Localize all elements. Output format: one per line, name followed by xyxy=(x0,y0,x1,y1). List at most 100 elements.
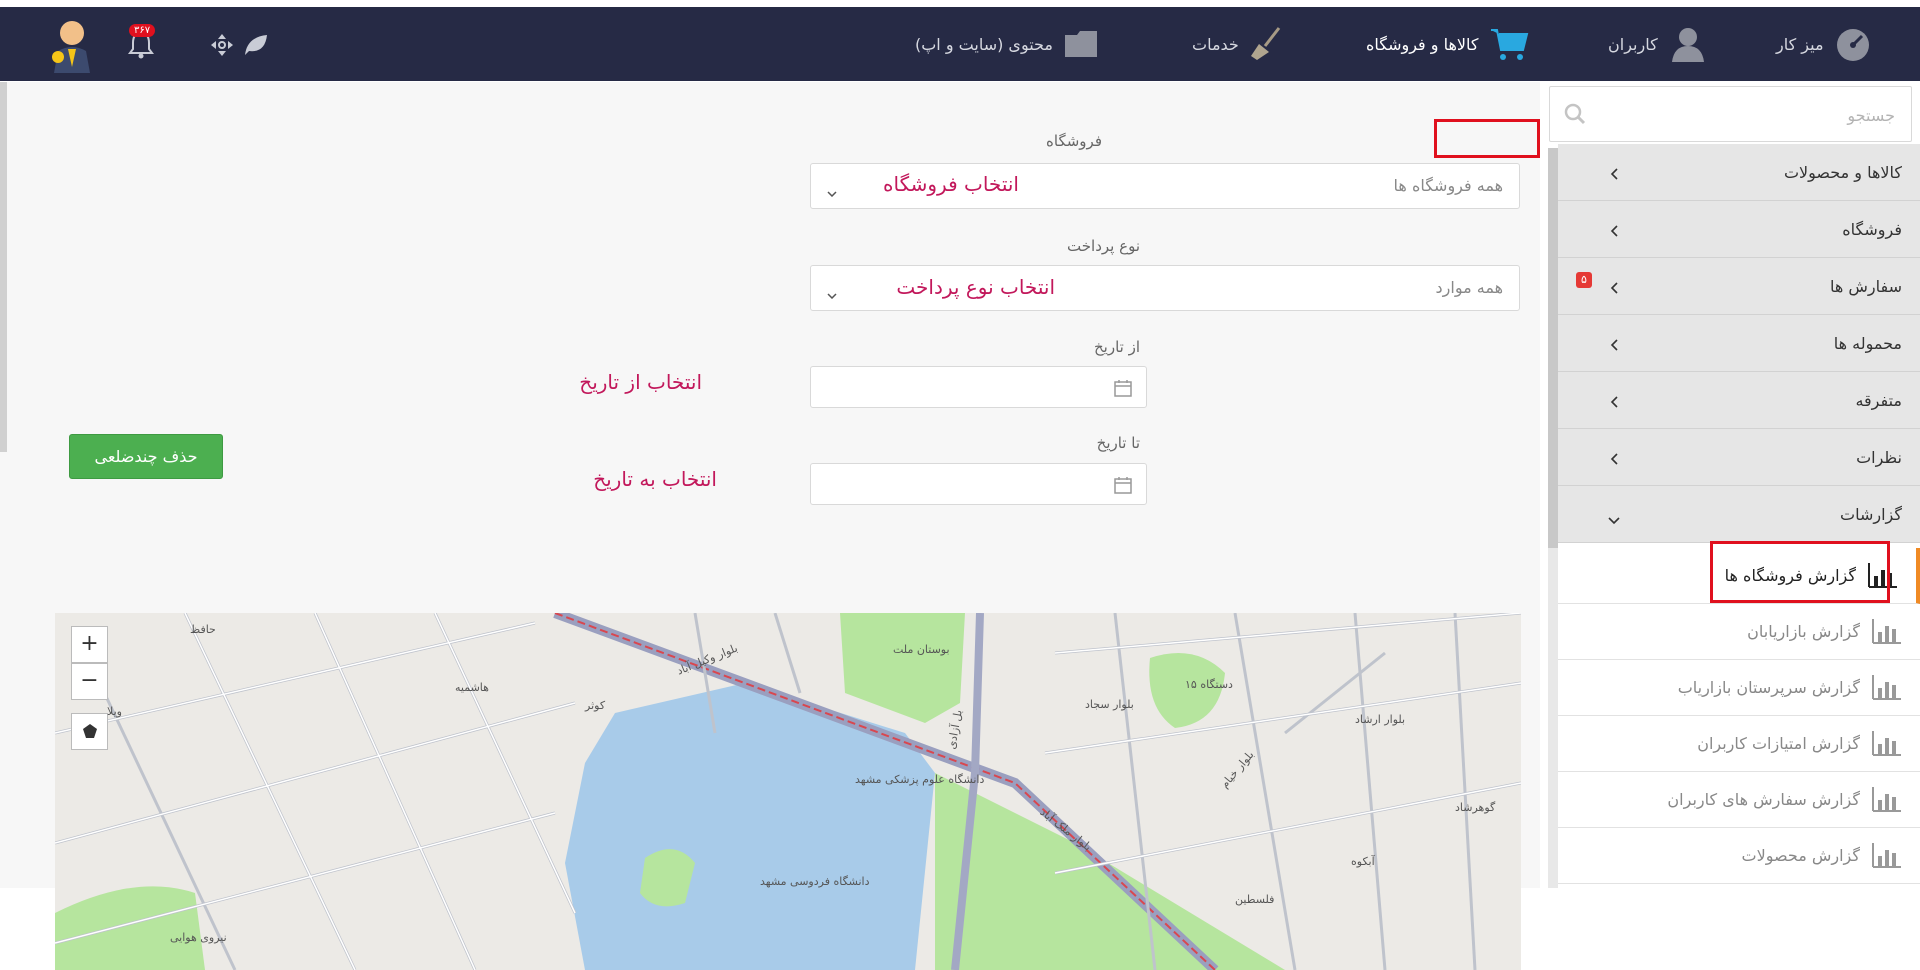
sidebar-report-user-points[interactable]: گزارش امتیازات کاربران xyxy=(1558,716,1920,772)
draw-polygon-button[interactable] xyxy=(71,713,108,750)
store-select-value: همه فروشگاه ها xyxy=(1393,176,1503,195)
sidebar-item-orders[interactable]: سفارش ها ۵ xyxy=(1558,258,1920,315)
map-label: بلوار سجاد xyxy=(1085,698,1134,711)
sidebar-report-label: گزارش بازاریابان xyxy=(1747,622,1860,641)
map-label: دانشگاه علوم پزشکی مشهد xyxy=(855,773,985,786)
sidebar-item-label: سفارش ها xyxy=(1829,277,1902,296)
nav-services-label: خدمات xyxy=(1192,34,1239,54)
highlight-frame-store-label xyxy=(1434,119,1540,158)
to-date-annotation: انتخاب به تاریخ xyxy=(593,467,717,491)
nav-content-label: محتوی (سایت و اپ) xyxy=(915,34,1053,54)
to-date-label: تا تاریخ xyxy=(1096,434,1140,452)
sidebar-item-store[interactable]: فروشگاه xyxy=(1558,201,1920,258)
chevron-left-icon xyxy=(1610,222,1618,241)
nav-users[interactable]: کاربران xyxy=(1608,7,1708,81)
nav-content[interactable]: محتوی (سایت و اپ) xyxy=(915,7,1099,81)
zoom-out-button[interactable]: − xyxy=(71,663,108,700)
map-label: نیروی هوایی xyxy=(170,931,227,944)
nav-users-label: کاربران xyxy=(1608,34,1658,54)
nav-products-stores[interactable]: کالاها و فروشگاه xyxy=(1366,7,1529,81)
sidebar-report-label: گزارش سرپرستان بازاریاب xyxy=(1677,678,1860,697)
bar-chart-icon xyxy=(1872,730,1902,760)
user-avatar-icon[interactable] xyxy=(50,17,94,77)
sidebar-report-marketers[interactable]: گزارش بازاریابان xyxy=(1558,604,1920,660)
main-content: فروشگاه همه فروشگاه ها انتخاب فروشگاه نو… xyxy=(0,82,1540,970)
broom-icon xyxy=(1249,26,1285,62)
map-label: فلسطین xyxy=(1235,893,1275,906)
sidebar-item-label: نظرات xyxy=(1856,448,1902,467)
map-label: حافظ xyxy=(190,623,216,636)
sidebar-report-user-orders[interactable]: گزارش سفارش های کاربران xyxy=(1558,772,1920,828)
highlight-frame-report-stores xyxy=(1710,541,1890,603)
calendar-icon xyxy=(1114,379,1132,401)
sidebar-report-label: گزارش سفارش های کاربران xyxy=(1667,790,1860,809)
sidebar-item-label: فروشگاه xyxy=(1842,220,1902,239)
bar-chart-icon xyxy=(1872,842,1902,872)
map-view[interactable]: + − دانشگاه فردوسی مشهد دانشگاه علوم پزش… xyxy=(55,613,1521,970)
bar-chart-icon xyxy=(1872,674,1902,704)
from-date-label: از تاریخ xyxy=(1093,338,1140,356)
sidebar-item-comments[interactable]: نظرات xyxy=(1558,429,1920,486)
search-icon[interactable] xyxy=(1564,103,1586,129)
nav-services[interactable]: خدمات xyxy=(1192,7,1285,81)
chevron-down-icon xyxy=(827,182,837,201)
sidebar-report-marketer-supervisors[interactable]: گزارش سرپرستان بازاریاب xyxy=(1558,660,1920,716)
dashboard-icon xyxy=(1834,26,1872,62)
map-label: آبکوه xyxy=(1351,855,1375,868)
sidebar-report-products[interactable]: گزارش محصولات xyxy=(1558,828,1920,884)
sidebar-item-shipments[interactable]: محموله ها xyxy=(1558,315,1920,372)
nav-products-label: کالاها و فروشگاه xyxy=(1366,34,1479,54)
zoom-in-button[interactable]: + xyxy=(71,626,108,663)
map-label: کوثر xyxy=(585,699,606,712)
user-icon xyxy=(1668,26,1708,62)
sidebar-item-label: محموله ها xyxy=(1833,334,1902,353)
from-date-annotation: انتخاب از تاریخ xyxy=(579,370,702,394)
notification-count-badge: ۳۶۷ xyxy=(129,24,156,37)
orders-count-badge: ۵ xyxy=(1576,272,1592,288)
calendar-icon xyxy=(1114,476,1132,498)
map-label: دانشگاه فردوسی مشهد xyxy=(760,875,870,888)
map-label: هاشمیه xyxy=(455,681,489,694)
sidebar-item-misc[interactable]: متفرقه xyxy=(1558,372,1920,429)
bar-chart-icon xyxy=(1872,618,1902,648)
chevron-left-icon xyxy=(1610,393,1618,412)
from-date-input[interactable] xyxy=(810,366,1147,408)
sidebar-item-label: کالاها و محصولات xyxy=(1783,163,1902,182)
cart-icon xyxy=(1489,26,1529,62)
sidebar-report-label: گزارش محصولات xyxy=(1741,846,1860,865)
map-label: گوهرشاد xyxy=(1455,801,1496,814)
polygon-icon xyxy=(82,724,97,738)
chevron-down-icon xyxy=(827,284,837,303)
sidebar-item-products[interactable]: کالاها و محصولات xyxy=(1558,144,1920,201)
nav-dashboard[interactable]: میز کار xyxy=(1776,7,1872,81)
delete-polygon-button[interactable]: حذف چندضلعی xyxy=(69,434,223,479)
store-annotation: انتخاب فروشگاه xyxy=(883,172,1019,196)
sidebar-report-label: گزارش امتیازات کاربران xyxy=(1697,734,1860,753)
store-label: فروشگاه xyxy=(1046,132,1102,150)
nav-dashboard-label: میز کار xyxy=(1776,34,1824,54)
chevron-left-icon xyxy=(1610,336,1618,355)
map-label: ویلا xyxy=(107,705,122,718)
map-label: ۱۵ دستگاه xyxy=(1185,678,1233,691)
to-date-input[interactable] xyxy=(810,463,1147,505)
chevron-left-icon xyxy=(1610,450,1618,469)
chevron-left-icon xyxy=(1610,165,1618,184)
bar-chart-icon xyxy=(1872,786,1902,816)
payment-type-annotation: انتخاب نوع پرداخت xyxy=(896,275,1055,299)
payment-type-label: نوع پرداخت xyxy=(1067,237,1140,255)
left-scrollbar[interactable] xyxy=(0,82,7,452)
leaf-icon[interactable] xyxy=(243,33,269,61)
map-label: بوستان ملت xyxy=(893,643,950,656)
chevron-left-icon xyxy=(1610,279,1618,298)
sidebar-item-reports[interactable]: گزارشات xyxy=(1558,486,1920,543)
top-navbar: ۳۶۷ محتوی (سایت و اپ) خدمات کالاها و فرو… xyxy=(0,7,1920,81)
folder-icon xyxy=(1063,29,1099,59)
sidebar: کالاها و محصولات فروشگاه سفارش ها ۵ محمو… xyxy=(1542,82,1920,888)
sidebar-scrollbar[interactable] xyxy=(1548,148,1558,888)
map-tiles xyxy=(55,613,1521,970)
search-input[interactable] xyxy=(1603,87,1897,143)
move-icon[interactable] xyxy=(210,33,234,61)
map-label: بلوار ارشاد xyxy=(1355,713,1406,726)
sidebar-item-label: گزارشات xyxy=(1840,505,1902,524)
search-box[interactable] xyxy=(1549,86,1912,143)
